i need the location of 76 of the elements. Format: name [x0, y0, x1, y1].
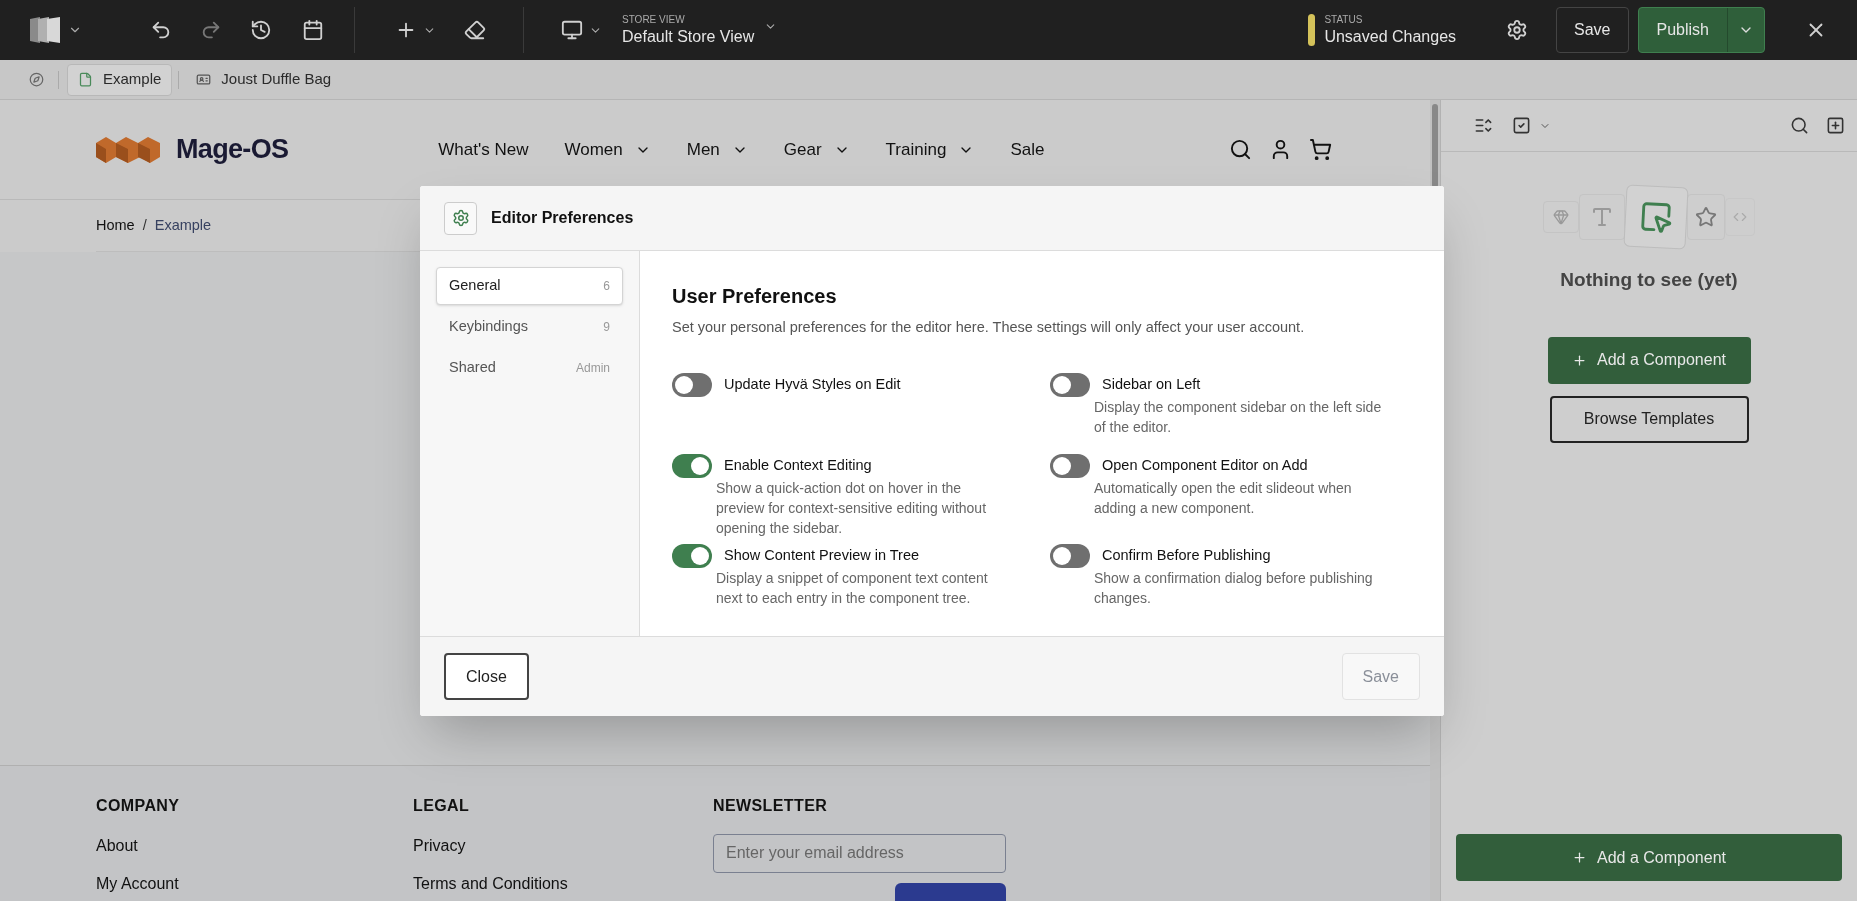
monitor-icon[interactable] — [561, 19, 583, 41]
settings-icon — [444, 201, 477, 235]
toggle-switch[interactable] — [672, 372, 712, 397]
setting-description: Display a snippet of component text content next to each entry in the component tree. — [716, 568, 989, 608]
setting-label: Update Hyvä Styles on Edit — [724, 374, 901, 394]
undo-icon[interactable] — [150, 19, 172, 41]
add-component-button[interactable]: Add a Component — [1547, 336, 1751, 384]
section-heading: User Preferences — [672, 284, 838, 309]
breadcrumb-separator: / — [142, 215, 147, 235]
store-logo-text[interactable]: Mage-OS — [176, 129, 289, 170]
subscribe-button[interactable] — [895, 882, 1006, 901]
nav-link[interactable]: Gear — [783, 136, 850, 163]
dialog-title: Editor Preferences — [491, 208, 634, 228]
setting-description: Show a confirmation dialog before publishing changes. — [1094, 568, 1374, 608]
footer-link[interactable]: Terms and Conditions — [413, 874, 713, 894]
empty-state-title: Nothing to see (yet) — [1560, 268, 1738, 292]
search-icon[interactable] — [1229, 138, 1252, 161]
email-field[interactable]: Enter your email address — [713, 834, 1006, 873]
app-logo-icon[interactable] — [28, 15, 62, 45]
setting-label: Confirm Before Publishing — [1102, 545, 1271, 565]
status-value: Unsaved Changes — [1324, 29, 1457, 45]
setting-description: Display the component sidebar on the left side of the editor. — [1094, 397, 1383, 437]
cart-icon[interactable] — [1309, 138, 1332, 161]
nav-link[interactable]: Training — [885, 136, 975, 163]
save-button[interactable]: Save — [1556, 7, 1629, 53]
setting-description: Automatically open the edit slideout when adding a new component. — [1094, 478, 1353, 518]
nav-link[interactable]: Women — [564, 136, 651, 163]
history-icon[interactable] — [250, 19, 272, 41]
nav-link[interactable]: What's New — [438, 136, 529, 163]
footer-heading: LEGAL — [413, 796, 471, 816]
setting-label: Open Component Editor on Add — [1102, 455, 1308, 475]
setting-label: Sidebar on Left — [1102, 374, 1201, 394]
settings-nav-item[interactable]: General 6 — [436, 267, 623, 305]
close-button[interactable]: Close — [444, 653, 529, 700]
toggle-switch[interactable] — [1050, 453, 1090, 478]
calendar-icon[interactable] — [302, 19, 324, 41]
setting-label: Show Content Preview in Tree — [724, 545, 920, 565]
plus-icon — [1572, 352, 1587, 368]
checkbox-icon[interactable] — [1512, 116, 1531, 135]
settings-nav-item[interactable]: Keybindings 9 — [436, 308, 623, 346]
setting-label: Enable Context Editing — [724, 455, 872, 475]
settings-icon[interactable] — [1506, 19, 1529, 41]
status-label: STATUS — [1324, 15, 1364, 25]
search-icon[interactable] — [1790, 116, 1809, 135]
add-component-button[interactable]: Add a Component — [1456, 834, 1842, 881]
toggle-switch[interactable] — [672, 543, 712, 568]
footer-link[interactable]: About — [96, 836, 413, 856]
settings-nav-item[interactable]: Shared Admin — [436, 349, 623, 387]
footer-heading: COMPANY — [96, 796, 181, 816]
add-icon[interactable] — [1826, 116, 1845, 135]
expand-collapse-icon[interactable] — [1474, 116, 1493, 135]
nav-link[interactable]: Men — [686, 136, 748, 163]
eraser-icon[interactable] — [464, 19, 486, 41]
logo-icon — [96, 134, 160, 165]
toggle-switch[interactable] — [1050, 543, 1090, 568]
page-tab[interactable]: Example — [67, 63, 173, 96]
id-card-icon — [196, 72, 212, 87]
toggle-switch[interactable] — [672, 453, 712, 478]
breadcrumb-link[interactable]: Example — [154, 214, 212, 237]
footer-link[interactable]: My Account — [96, 874, 413, 894]
toggle-switch[interactable] — [1050, 372, 1090, 397]
breadcrumb-link[interactable]: Home — [96, 214, 135, 237]
footer-link[interactable]: Privacy — [413, 836, 713, 856]
footer-heading: NEWSLETTER — [713, 796, 829, 816]
nav-link[interactable]: Sale — [1010, 136, 1045, 163]
publish-button[interactable]: Publish — [1638, 8, 1727, 52]
section-description: Set your personal preferences for the editor here. These settings will only affect your user account. — [672, 318, 1306, 337]
store-view-value[interactable]: Default Store View — [622, 29, 755, 45]
store-view-label: STORE VIEW — [622, 15, 686, 25]
compass-icon[interactable] — [29, 72, 44, 87]
file-icon — [78, 72, 93, 87]
redo-icon[interactable] — [200, 19, 222, 41]
plus-icon — [1572, 850, 1587, 865]
setting-description: Show a quick-action dot on hover in the preview for context-sensitive editing without opening the sidebar. — [716, 478, 988, 538]
page-tab[interactable]: Joust Duffle Bag — [185, 63, 343, 96]
browse-templates-button[interactable]: Browse Templates — [1549, 395, 1749, 443]
